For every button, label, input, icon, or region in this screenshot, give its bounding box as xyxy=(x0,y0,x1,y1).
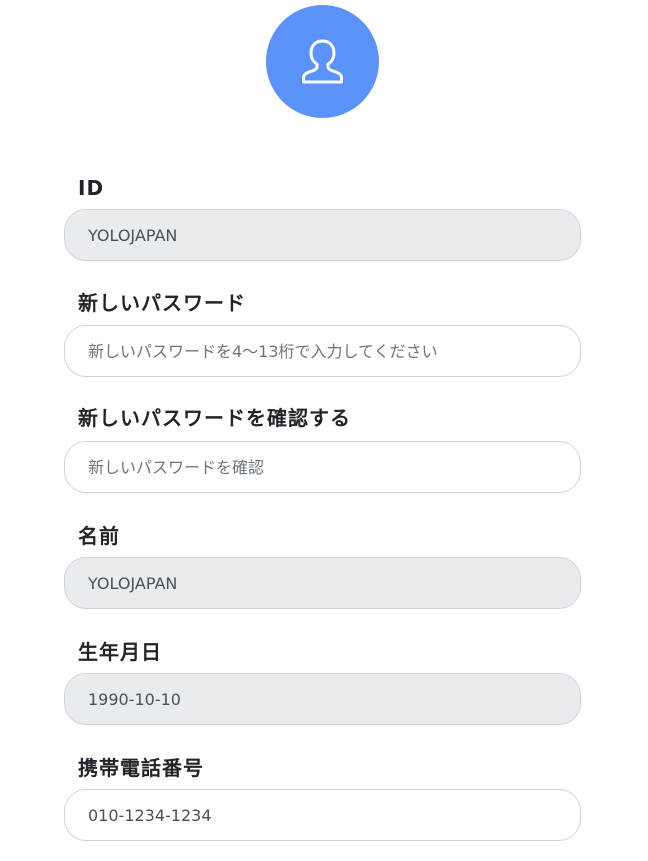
user-icon xyxy=(302,39,343,84)
new-password-label: 新しいパスワード xyxy=(78,291,246,315)
birthday-field[interactable] xyxy=(64,673,581,725)
birthday-label: 生年月日 xyxy=(78,640,162,664)
confirm-password-input[interactable] xyxy=(64,441,581,493)
name-field[interactable] xyxy=(64,557,581,609)
id-field[interactable] xyxy=(64,209,581,261)
avatar[interactable] xyxy=(266,5,379,118)
new-password-input[interactable] xyxy=(64,325,581,377)
phone-label: 携帯電話番号 xyxy=(78,756,204,780)
confirm-password-label: 新しいパスワードを確認する xyxy=(78,406,351,430)
phone-input[interactable] xyxy=(64,789,581,841)
name-label: 名前 xyxy=(78,524,120,548)
id-label: ID xyxy=(78,176,105,200)
